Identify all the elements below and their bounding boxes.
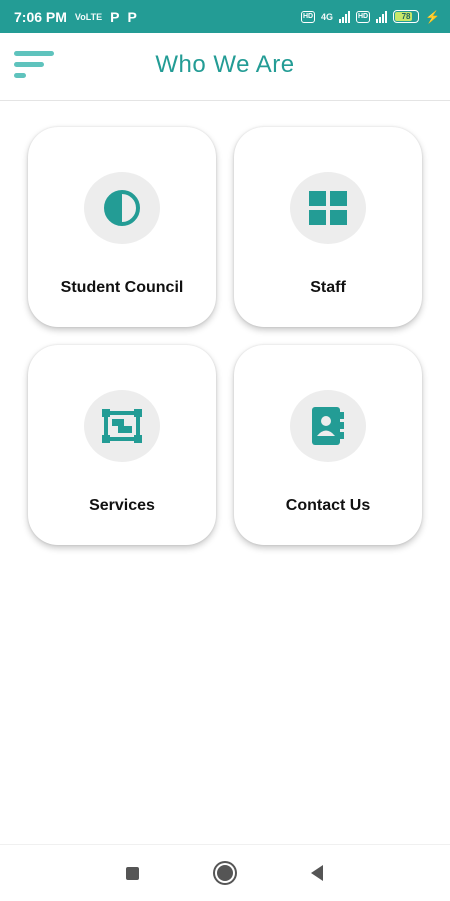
status-time: 7:06 PM (14, 8, 67, 25)
battery-level: 78 (401, 12, 411, 21)
recent-apps-square-icon[interactable] (118, 859, 146, 887)
icon-circle (290, 172, 366, 244)
contact-us-card[interactable]: Contact Us (234, 345, 422, 545)
navigation-bar (0, 844, 450, 901)
icon-circle (84, 172, 160, 244)
notification-p-icon: P (110, 8, 120, 25)
home-circle-icon[interactable] (211, 859, 239, 887)
status-bar: 7:06 PM VoLTE P P HD 4G HD 78 ⚡ (0, 0, 450, 33)
volte-icon: VoLTE (74, 11, 103, 22)
network-type-1: 4G (321, 11, 334, 22)
signal-2-icon (376, 10, 388, 23)
staff-card[interactable]: Staff (234, 127, 422, 327)
services-card[interactable]: Services (28, 345, 216, 545)
signal-1-icon (339, 10, 351, 23)
notification-p-icon-2: P (127, 8, 137, 25)
grid-four-squares-icon (309, 191, 347, 225)
student-council-label: Student Council (60, 279, 184, 296)
status-left: 7:06 PM VoLTE P P (14, 9, 137, 25)
page-title: Who We Are (155, 51, 295, 78)
sim2-icon: HD (356, 10, 371, 23)
contact-us-label: Contact Us (285, 497, 371, 514)
back-triangle-icon[interactable] (303, 859, 331, 887)
icon-circle (84, 390, 160, 462)
app-header: Who We Are (0, 33, 450, 101)
staff-label: Staff (310, 279, 346, 296)
sim1-icon: HD (301, 10, 316, 23)
icon-circle (290, 390, 366, 462)
contact-book-icon (312, 407, 344, 445)
status-right: HD 4G HD 78 ⚡ (301, 10, 440, 24)
frame-board-icon (102, 409, 142, 443)
student-council-card[interactable]: Student Council (28, 127, 216, 327)
charging-icon: ⚡ (425, 9, 440, 24)
half-circle-contrast-icon (104, 190, 140, 226)
battery-icon: 78 (393, 10, 420, 23)
services-label: Services (89, 497, 155, 514)
